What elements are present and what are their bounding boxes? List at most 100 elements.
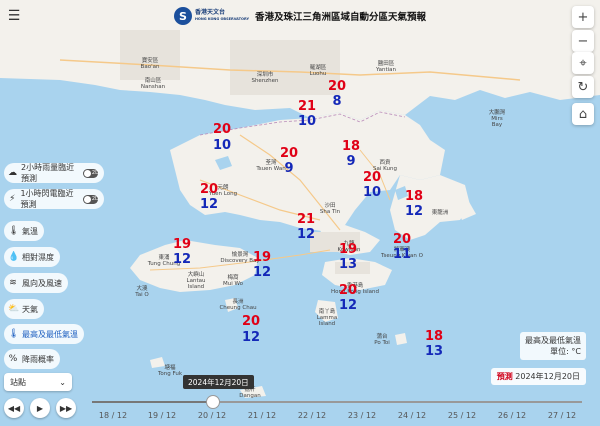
sidebar-item-lightning-nowcast[interactable]: ⚡ 1小時閃電臨近預測 2D (4, 189, 104, 209)
timeline-date-label[interactable]: 20 / 12 (198, 411, 226, 420)
max-temp: 21 (296, 212, 316, 227)
place-label: 塘福 Tong Fuk (157, 365, 183, 377)
timeline-tooltip: 2024年12月20日 (183, 375, 254, 389)
timeline-date-label[interactable]: 23 / 12 (348, 411, 376, 420)
play-button[interactable]: ▶ (30, 398, 50, 418)
temp-range-icon: 🌡 (8, 329, 20, 339)
min-temp: 12 (252, 265, 272, 280)
zoom-out-button[interactable]: − (572, 30, 594, 52)
max-temp: 19 (338, 242, 358, 257)
sidebar-item-rain-probability[interactable]: % 降雨概率 (4, 349, 60, 369)
max-temp: 18 (424, 329, 444, 344)
place-label: 梅窩 Mui Wo (223, 275, 243, 287)
zoom-in-button[interactable]: + (572, 6, 594, 28)
min-temp: 11 (392, 247, 412, 262)
place-label: 東龍洲 (431, 210, 449, 216)
min-temp: 12 (404, 204, 424, 219)
step-back-button[interactable]: ◀◀ (4, 398, 24, 418)
timeline-date-label[interactable]: 19 / 12 (148, 411, 176, 420)
min-temp: 8 (332, 94, 342, 109)
sidebar-item-humidity[interactable]: 💧 相對濕度 (4, 247, 60, 267)
place-label: 大鵬灣 Mirs Bay (488, 110, 506, 128)
min-temp: 12 (338, 298, 358, 313)
min-temp: 9 (284, 161, 294, 176)
min-temp: 10 (297, 114, 317, 129)
toggle-2d[interactable]: 2D (82, 168, 99, 178)
menu-icon[interactable]: ☰ (6, 8, 22, 24)
timeline-progress (92, 401, 212, 403)
max-temp: 20 (362, 170, 382, 185)
legend-title: 最高及最低氣溫 (525, 336, 581, 345)
min-temp: 12 (172, 252, 192, 267)
forecast-label: 預測 (496, 372, 513, 381)
place-label: 羅湖區 Luohu (309, 65, 327, 77)
place-label: 南山區 Nanshan (140, 78, 166, 90)
min-temp: 13 (338, 257, 358, 272)
wind-icon: ≋ (9, 278, 17, 288)
percent-icon: % (8, 354, 18, 364)
max-temp: 20 (199, 182, 219, 197)
station-select-value: 站點 (10, 377, 26, 387)
min-temp: 12 (296, 227, 316, 242)
max-temp: 20 (279, 146, 299, 161)
min-temp: 10 (362, 185, 382, 200)
thermometer-icon: 🌡 (8, 226, 20, 236)
sidebar-item-label: 相對濕度 (22, 252, 54, 262)
timeline-date-label[interactable]: 26 / 12 (498, 411, 526, 420)
sidebar-item-max-min-temp[interactable]: 🌡 最高及最低氣溫 (4, 324, 84, 344)
max-temp: 20 (338, 283, 358, 298)
sidebar-item-label: 降雨概率 (22, 354, 54, 364)
sidebar-item-label: 天氣 (22, 304, 38, 314)
sidebar-item-label: 最高及最低氣溫 (22, 329, 78, 339)
forecast-date-value: 2024年12月20日 (515, 372, 580, 381)
sidebar-item-label: 風向及風速 (22, 278, 62, 288)
max-temp: 20 (212, 122, 232, 137)
place-label: 大澳 Tai O (135, 286, 149, 298)
timeline-date-label[interactable]: 21 / 12 (248, 411, 276, 420)
place-label: 長洲 Cheung Chau (219, 299, 257, 311)
max-temp: 20 (327, 79, 347, 94)
station-select[interactable]: 站點 ⌄ (4, 373, 72, 391)
toggle-2d[interactable]: 2D (82, 194, 99, 204)
timeline-date-label[interactable]: 18 / 12 (99, 411, 127, 420)
min-temp: 10 (212, 138, 232, 153)
place-label: 寶安區 Bao'an (140, 58, 160, 70)
place-label: 荃灣 Tsuen Wan (256, 160, 286, 172)
locate-icon[interactable]: ⌖ (572, 52, 594, 74)
timeline-date-label[interactable]: 22 / 12 (298, 411, 326, 420)
map-legend: 最高及最低氣溫 單位: °C (520, 332, 586, 360)
timeline-date-label[interactable]: 27 / 12 (548, 411, 576, 420)
sidebar-item-wind[interactable]: ≋ 風向及風速 (4, 273, 68, 293)
timeline-date-label[interactable]: 24 / 12 (398, 411, 426, 420)
home-icon[interactable]: ⌂ (572, 103, 594, 125)
header: S 香港天文台 HONG KONG OBSERVATORY 香港及珠江三角洲區域… (0, 5, 600, 27)
sidebar-item-label: 1小時閃電臨近預測 (20, 189, 74, 209)
sidebar-item-temperature[interactable]: 🌡 氣溫 (4, 221, 44, 241)
weather-icon: ⛅ (8, 304, 20, 314)
droplet-icon: 💧 (8, 252, 20, 262)
min-temp: 9 (346, 154, 356, 169)
hko-logo-text: 香港天文台 HONG KONG OBSERVATORY (194, 9, 250, 21)
hko-logo: S 香港天文台 HONG KONG OBSERVATORY (173, 7, 250, 25)
sidebar-item-rain-nowcast[interactable]: ☁ 2小時雨量臨近預測 2D (4, 163, 104, 183)
place-label: 鹽田區 Yantian (376, 61, 396, 73)
place-label: 蒲台 Po Toi (374, 334, 390, 346)
max-temp: 18 (341, 139, 361, 154)
page-title: 香港及珠江三角洲區域自動分區天氣預報 (255, 12, 427, 23)
min-temp: 12 (199, 197, 219, 212)
max-temp: 21 (297, 99, 317, 114)
hko-logo-icon: S (173, 7, 192, 25)
sidebar-item-label: 2小時雨量臨近預測 (21, 163, 75, 183)
place-label: 深圳市 Shenzhen (251, 72, 279, 84)
place-label: 南丫島 Lamma Island (316, 309, 338, 327)
chevron-down-icon: ⌄ (59, 377, 66, 387)
max-temp: 19 (172, 237, 192, 252)
sidebar-item-label: 氣溫 (22, 226, 38, 236)
min-temp: 12 (241, 330, 261, 345)
timeline-handle[interactable] (206, 395, 220, 409)
sidebar-item-weather[interactable]: ⛅ 天氣 (4, 299, 44, 319)
timeline-date-label[interactable]: 25 / 12 (448, 411, 476, 420)
step-forward-button[interactable]: ▶▶ (56, 398, 76, 418)
max-temp: 20 (392, 232, 412, 247)
refresh-icon[interactable]: ↻ (572, 76, 594, 98)
